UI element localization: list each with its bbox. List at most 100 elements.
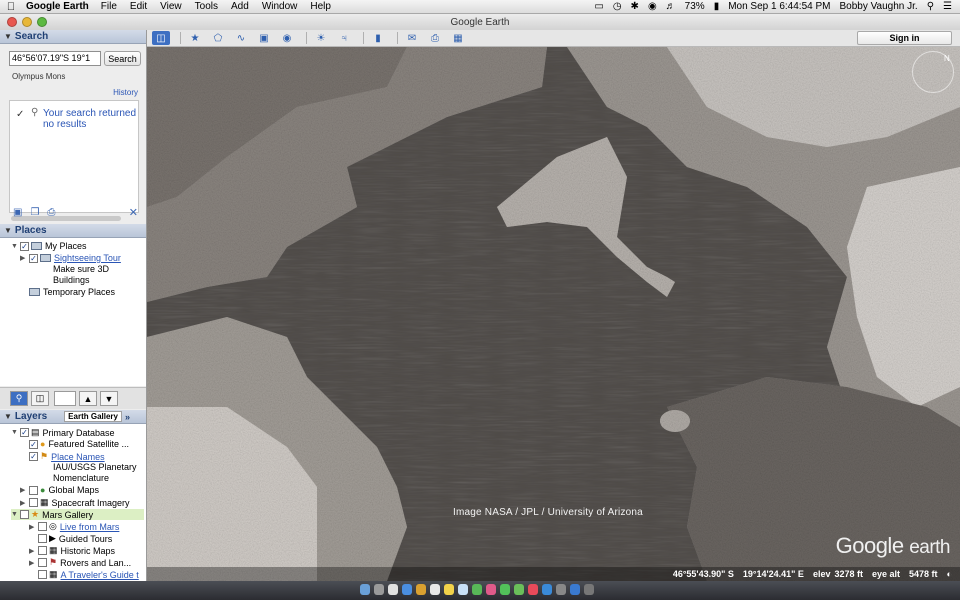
layer-row[interactable]: ✓ ⚑ Place Names (20, 451, 105, 462)
window-close-button[interactable] (7, 17, 17, 27)
expand-triangle-icon[interactable]: ▶ (29, 523, 38, 531)
earth-gallery-button[interactable]: Earth Gallery (64, 411, 122, 422)
finder-icon[interactable] (360, 584, 370, 595)
save-image-icon[interactable]: ▦ (449, 31, 467, 45)
layer-label[interactable]: A Traveler's Guide t (61, 570, 139, 580)
layer-row[interactable]: ▶ ● Global Maps (20, 485, 99, 495)
sunlight-icon[interactable]: ☀ (312, 31, 330, 45)
user-name[interactable]: Bobby Vaughn Jr. (840, 1, 918, 12)
expand-triangle-icon[interactable]: ▶ (29, 547, 38, 555)
checkbox[interactable] (29, 485, 38, 495)
google-earth-dock-icon[interactable] (570, 584, 580, 595)
photos-icon[interactable] (486, 584, 496, 595)
expand-triangle-icon[interactable]: ▼ (11, 243, 20, 250)
copy-icon[interactable]: ❐ (30, 207, 39, 218)
layer-row[interactable]: ▶ ▦ Spacecraft Imagery (20, 497, 130, 508)
menubar-clock[interactable]: Mon Sep 1 6:44:54 PM (728, 1, 830, 12)
layer-row[interactable]: ▦ A Traveler's Guide t (29, 569, 139, 580)
volume-icon[interactable]: ♬ (666, 1, 676, 12)
tree-row-sightseeing[interactable]: ▶ ✓ Sightseeing Tour (20, 253, 121, 263)
spotlight-icon[interactable]: ⚲ (927, 1, 934, 12)
email-icon[interactable]: ✉ (403, 31, 421, 45)
menu-window[interactable]: Window (262, 1, 298, 12)
launchpad-icon[interactable] (374, 584, 384, 595)
checkbox[interactable] (29, 498, 38, 507)
add-folder-icon[interactable]: ▣ (13, 207, 22, 218)
window-minimize-button[interactable] (22, 17, 32, 27)
layer-label[interactable]: Live from Mars (60, 522, 120, 532)
apple-icon[interactable]:  (0, 1, 22, 13)
menu-view[interactable]: View (160, 1, 182, 12)
expand-triangle-icon[interactable]: ▶ (20, 486, 29, 494)
previous-query[interactable]: Olympus Mons (12, 72, 65, 81)
window-zoom-button[interactable] (37, 17, 47, 27)
reminders-icon[interactable] (458, 584, 468, 595)
sidebar-toggle-icon[interactable]: ◫ (31, 391, 49, 406)
mail-icon[interactable] (402, 584, 412, 595)
itunes-icon[interactable] (528, 584, 538, 595)
move-down-icon[interactable]: ▼ (100, 391, 118, 406)
expand-triangle-icon[interactable]: ▶ (20, 499, 29, 507)
menu-help[interactable]: Help (310, 1, 331, 12)
screen-icon[interactable]: ▭ (594, 1, 603, 12)
search-input[interactable]: 46°56'07.19"S 19°1 (9, 51, 101, 66)
collapse-triangle-icon[interactable]: ▼ (4, 412, 12, 421)
checkbox[interactable]: ✓ (20, 428, 29, 437)
layer-row[interactable]: ▶ ▦ Historic Maps (29, 545, 115, 556)
record-tour-icon[interactable]: ◉ (278, 31, 296, 45)
messages-icon[interactable] (500, 584, 510, 595)
search-mode-icon[interactable]: ⚲ (10, 391, 28, 406)
trash-icon[interactable] (584, 584, 594, 595)
collapse-triangle-icon[interactable]: ▼ (4, 32, 12, 41)
history-link[interactable]: History (113, 88, 138, 97)
system-preferences-icon[interactable] (556, 584, 566, 595)
sign-in-button[interactable]: Sign in (857, 31, 952, 45)
print-icon[interactable]: ⎙ (47, 207, 55, 218)
places-panel-header[interactable]: ▼ Places (0, 224, 146, 238)
tree-row-temporary[interactable]: Temporary Places (20, 287, 115, 297)
wifi-icon[interactable]: ◉ (648, 1, 657, 12)
places-filter-field[interactable] (54, 391, 76, 406)
layer-label[interactable]: Place Names (51, 452, 105, 462)
sightseeing-tour-link[interactable]: Sightseeing Tour (54, 253, 121, 263)
expand-triangle-icon[interactable]: ▶ (20, 254, 29, 262)
search-button[interactable]: Search (104, 51, 141, 66)
facetime-icon[interactable] (514, 584, 524, 595)
notes-icon[interactable] (444, 584, 454, 595)
history-clock-icon[interactable]: ◷ (613, 1, 622, 12)
map-view[interactable]: N Image NASA / JPL / University of Arizo… (147, 47, 960, 581)
ruler-icon[interactable]: ▮ (369, 31, 387, 45)
menu-app-name[interactable]: Google Earth (26, 1, 89, 12)
menu-file[interactable]: File (101, 1, 117, 12)
expand-triangle-icon[interactable]: ▼ (11, 511, 20, 518)
menu-add[interactable]: Add (231, 1, 249, 12)
navigation-compass[interactable]: N (912, 51, 954, 93)
add-polygon-icon[interactable]: ⬠ (209, 31, 227, 45)
notification-icon[interactable]: ☰ (943, 1, 952, 12)
checkbox[interactable] (38, 558, 47, 567)
expand-triangle-icon[interactable]: ▶ (29, 559, 38, 567)
bluetooth-icon[interactable]: ✱ (631, 1, 639, 12)
move-up-icon[interactable]: ▲ (79, 391, 97, 406)
expand-triangle-icon[interactable]: ▼ (11, 429, 20, 436)
checkbox[interactable]: ✓ (29, 253, 38, 263)
checkbox[interactable]: ✓ (29, 452, 38, 461)
layer-row[interactable]: ✓ ● Featured Satellite ... (20, 439, 129, 449)
checkbox[interactable] (20, 510, 29, 519)
checkbox[interactable] (38, 522, 47, 531)
app-store-icon[interactable] (542, 584, 552, 595)
tree-row-my-places[interactable]: ▼ ✓ My Places (11, 241, 87, 251)
add-image-overlay-icon[interactable]: ▣ (255, 31, 273, 45)
clear-search-icon[interactable]: ✕ (129, 206, 138, 219)
checkbox[interactable] (38, 534, 47, 543)
checkbox[interactable]: ✓ (20, 241, 29, 251)
planets-icon[interactable]: ♃ (335, 31, 353, 45)
add-placemark-icon[interactable]: ★ (186, 31, 204, 45)
battery-icon[interactable]: ▮ (714, 1, 720, 12)
layer-row[interactable]: ▶ ⚑ Rovers and Lan... (29, 557, 131, 568)
battery-percent[interactable]: 73% (685, 1, 705, 12)
layer-row-selected[interactable]: ▼ ★ Mars Gallery (11, 509, 144, 520)
menu-edit[interactable]: Edit (130, 1, 147, 12)
checkbox[interactable]: ✓ (29, 439, 38, 449)
search-panel-header[interactable]: ▼ Search (0, 30, 146, 44)
